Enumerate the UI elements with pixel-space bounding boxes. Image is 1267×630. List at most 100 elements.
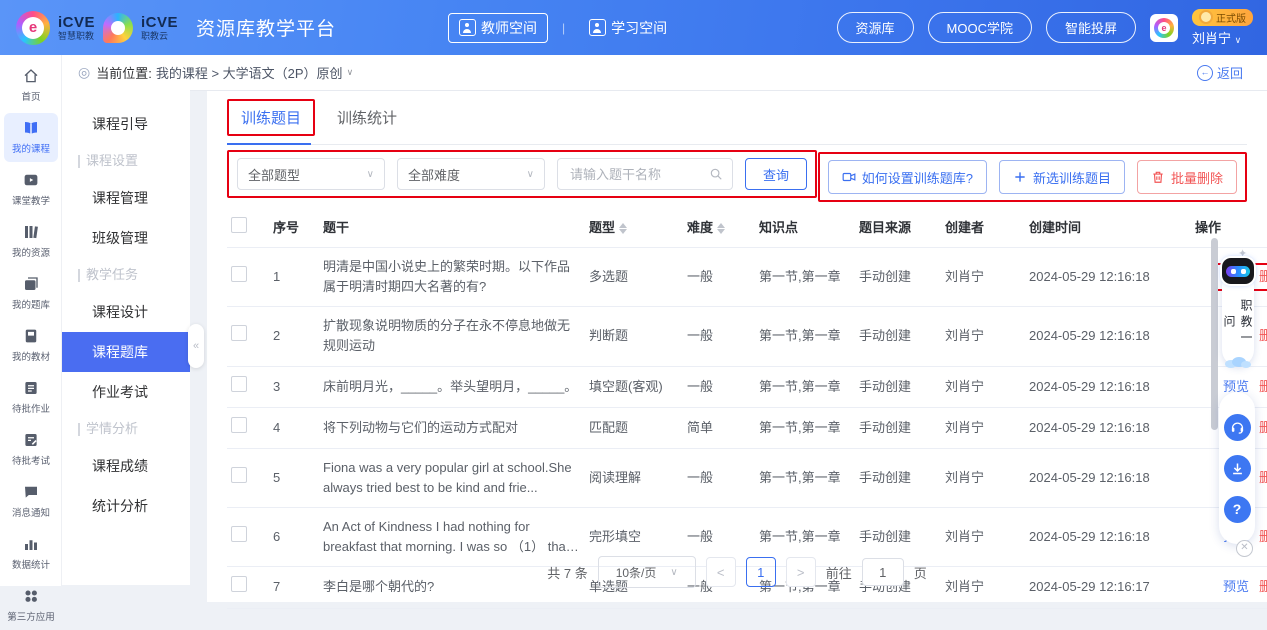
difficulty: 一般 xyxy=(687,379,713,394)
submenu-item-1[interactable]: 课程引导 xyxy=(62,104,190,144)
delete-link[interactable]: 删除 xyxy=(1259,326,1267,346)
page-size-select[interactable]: 10条/页 ∨ xyxy=(598,556,696,588)
quick-link-1[interactable]: 资源库 xyxy=(837,12,914,43)
column-header-7: 创建者 xyxy=(941,205,1025,248)
row-checkbox[interactable] xyxy=(231,467,247,483)
bulk-delete-button[interactable]: 批量删除 xyxy=(1137,160,1237,194)
sidebar-item-label: 首页 xyxy=(21,88,40,102)
select-all-checkbox[interactable] xyxy=(231,217,247,233)
plus-icon xyxy=(1013,170,1027,184)
avatar[interactable] xyxy=(1150,14,1178,42)
table-row: 4将下列动物与它们的运动方式配对匹配题简单第一节,第一章手动创建刘肖宁2024-… xyxy=(227,407,1267,448)
goto-page-input[interactable] xyxy=(862,558,904,586)
sidebar-item-8[interactable]: 待批考试 xyxy=(4,425,58,474)
question-source: 手动创建 xyxy=(859,269,911,284)
quick-link-3[interactable]: 智能投屏 xyxy=(1046,12,1136,43)
submenu-item-3[interactable]: 课程管理 xyxy=(62,178,190,218)
avatar-logo-icon xyxy=(1154,18,1174,38)
course-book-icon xyxy=(22,119,40,137)
logo-group: iCVE 智慧职教 iCVE 职教云 资源库教学平台 xyxy=(0,11,336,45)
breadcrumb[interactable]: 我的课程 > 大学语文（2P）原创 xyxy=(156,63,343,82)
download-icon xyxy=(1230,461,1245,476)
teacher-space-icon xyxy=(459,19,476,36)
delete-link[interactable]: 删除 xyxy=(1259,418,1267,438)
row-checkbox[interactable] xyxy=(231,266,247,282)
row-checkbox[interactable] xyxy=(231,376,247,392)
delete-link[interactable]: 删除 xyxy=(1259,377,1267,397)
submenu-item-11[interactable]: 统计分析 xyxy=(62,486,190,526)
filter-row: 全部题型 ∨ 全部难度 ∨ 查询 如何设置训练题库? 新选训 xyxy=(227,145,1247,203)
tab-training-stats[interactable]: 训练统计 xyxy=(325,101,409,134)
question-type: 完形填空 xyxy=(589,529,641,544)
questions-table: 序号题干题型难度知识点题目来源创建者创建时间操作 1明清是中国小说史上的繁荣时期… xyxy=(227,205,1267,609)
back-button[interactable]: ← 返回 xyxy=(1197,63,1243,82)
sidebar-item-6[interactable]: 我的教材 xyxy=(4,321,58,370)
query-button[interactable]: 查询 xyxy=(745,158,807,190)
add-training-questions-button[interactable]: 新选训练题目 xyxy=(999,160,1125,194)
chevron-down-icon[interactable]: ∨ xyxy=(347,67,354,78)
table-scrollbar[interactable] xyxy=(1211,238,1218,430)
sidebar-item-10[interactable]: 数据统计 xyxy=(4,529,58,578)
help-icon: ? xyxy=(1233,501,1242,517)
teacher-space-button[interactable]: 教师空间 xyxy=(448,13,548,43)
submenu-item-10[interactable]: 课程成绩 xyxy=(62,446,190,486)
video-camera-icon xyxy=(842,170,856,184)
column-header-3[interactable]: 题型 xyxy=(585,205,683,248)
row-checkbox[interactable] xyxy=(231,417,247,433)
submenu-item-4[interactable]: 班级管理 xyxy=(62,218,190,258)
sidebar-item-label: 第三方应用 xyxy=(7,608,55,622)
delete-link[interactable]: 删除 xyxy=(1259,527,1267,547)
textbook-icon xyxy=(22,327,40,345)
delete-link[interactable]: 删除 xyxy=(1259,468,1267,488)
question-type: 填空题(客观) xyxy=(589,379,663,394)
submenu-item-6[interactable]: 课程设计 xyxy=(62,292,190,332)
icve-swirl-logo xyxy=(16,11,50,45)
row-checkbox[interactable] xyxy=(231,526,247,542)
cloud-icon xyxy=(1223,356,1253,368)
sort-carets-icon[interactable] xyxy=(619,223,627,234)
sidebar-item-3[interactable]: 课堂教学 xyxy=(4,165,58,214)
tab-training-questions[interactable]: 训练题目 xyxy=(227,99,315,136)
table-header-row: 序号题干题型难度知识点题目来源创建者创建时间操作 xyxy=(227,205,1267,248)
row-number: 5 xyxy=(273,470,280,485)
delete-link[interactable]: 删除 xyxy=(1259,267,1267,287)
user-menu[interactable]: 刘肖宁 ∨ xyxy=(1192,28,1241,47)
sidebar-item-11[interactable]: 第三方应用 xyxy=(4,581,58,630)
search-input[interactable] xyxy=(568,166,702,183)
knowledge-point: 第一节,第一章 xyxy=(759,328,841,343)
knowledge-point: 第一节,第一章 xyxy=(759,470,841,485)
ai-assistant-widget[interactable]: 职教一问 xyxy=(1221,258,1255,368)
next-page-button[interactable]: > xyxy=(786,557,816,587)
quick-link-2[interactable]: MOOC学院 xyxy=(928,12,1032,43)
sidebar-item-5[interactable]: 我的题库 xyxy=(4,269,58,318)
sidebar-item-2[interactable]: 我的课程 xyxy=(4,113,58,162)
sidebar-collapse-button[interactable]: « xyxy=(188,324,204,368)
creator: 刘肖宁 xyxy=(945,379,984,394)
created-time: 2024-05-29 12:16:18 xyxy=(1029,269,1150,284)
difficulty-select[interactable]: 全部难度 ∨ xyxy=(397,158,545,190)
question-type-select[interactable]: 全部题型 ∨ xyxy=(237,158,385,190)
sidebar-item-4[interactable]: 我的资源 xyxy=(4,217,58,266)
customer-service-button[interactable] xyxy=(1224,414,1251,441)
sidebar-item-1[interactable]: 首页 xyxy=(4,61,58,110)
column-header-4[interactable]: 难度 xyxy=(683,205,755,248)
how-to-setup-button[interactable]: 如何设置训练题库? xyxy=(828,160,987,194)
sidebar-item-7[interactable]: 待批作业 xyxy=(4,373,58,422)
question-source: 手动创建 xyxy=(859,529,911,544)
question-source: 手动创建 xyxy=(859,379,911,394)
difficulty: 一般 xyxy=(687,328,713,343)
help-button[interactable]: ? xyxy=(1224,496,1251,523)
page-number-1[interactable]: 1 xyxy=(746,557,776,587)
download-button[interactable] xyxy=(1224,455,1251,482)
table-row: 3床前明月光，_____。举头望明月，_____。填空题(客观)一般第一节,第一… xyxy=(227,366,1267,407)
row-checkbox[interactable] xyxy=(231,325,247,341)
student-space-button[interactable]: 学习空间 xyxy=(579,14,677,42)
close-floating-button[interactable]: ✕ xyxy=(1236,540,1253,557)
prev-page-button[interactable]: < xyxy=(706,557,736,587)
sort-carets-icon[interactable] xyxy=(717,223,725,234)
message-icon xyxy=(22,483,40,501)
created-time: 2024-05-29 12:16:18 xyxy=(1029,328,1150,343)
submenu-item-8[interactable]: 作业考试 xyxy=(62,372,190,412)
submenu-item-7[interactable]: 课程题库 xyxy=(62,332,190,372)
sidebar-item-9[interactable]: 消息通知 xyxy=(4,477,58,526)
